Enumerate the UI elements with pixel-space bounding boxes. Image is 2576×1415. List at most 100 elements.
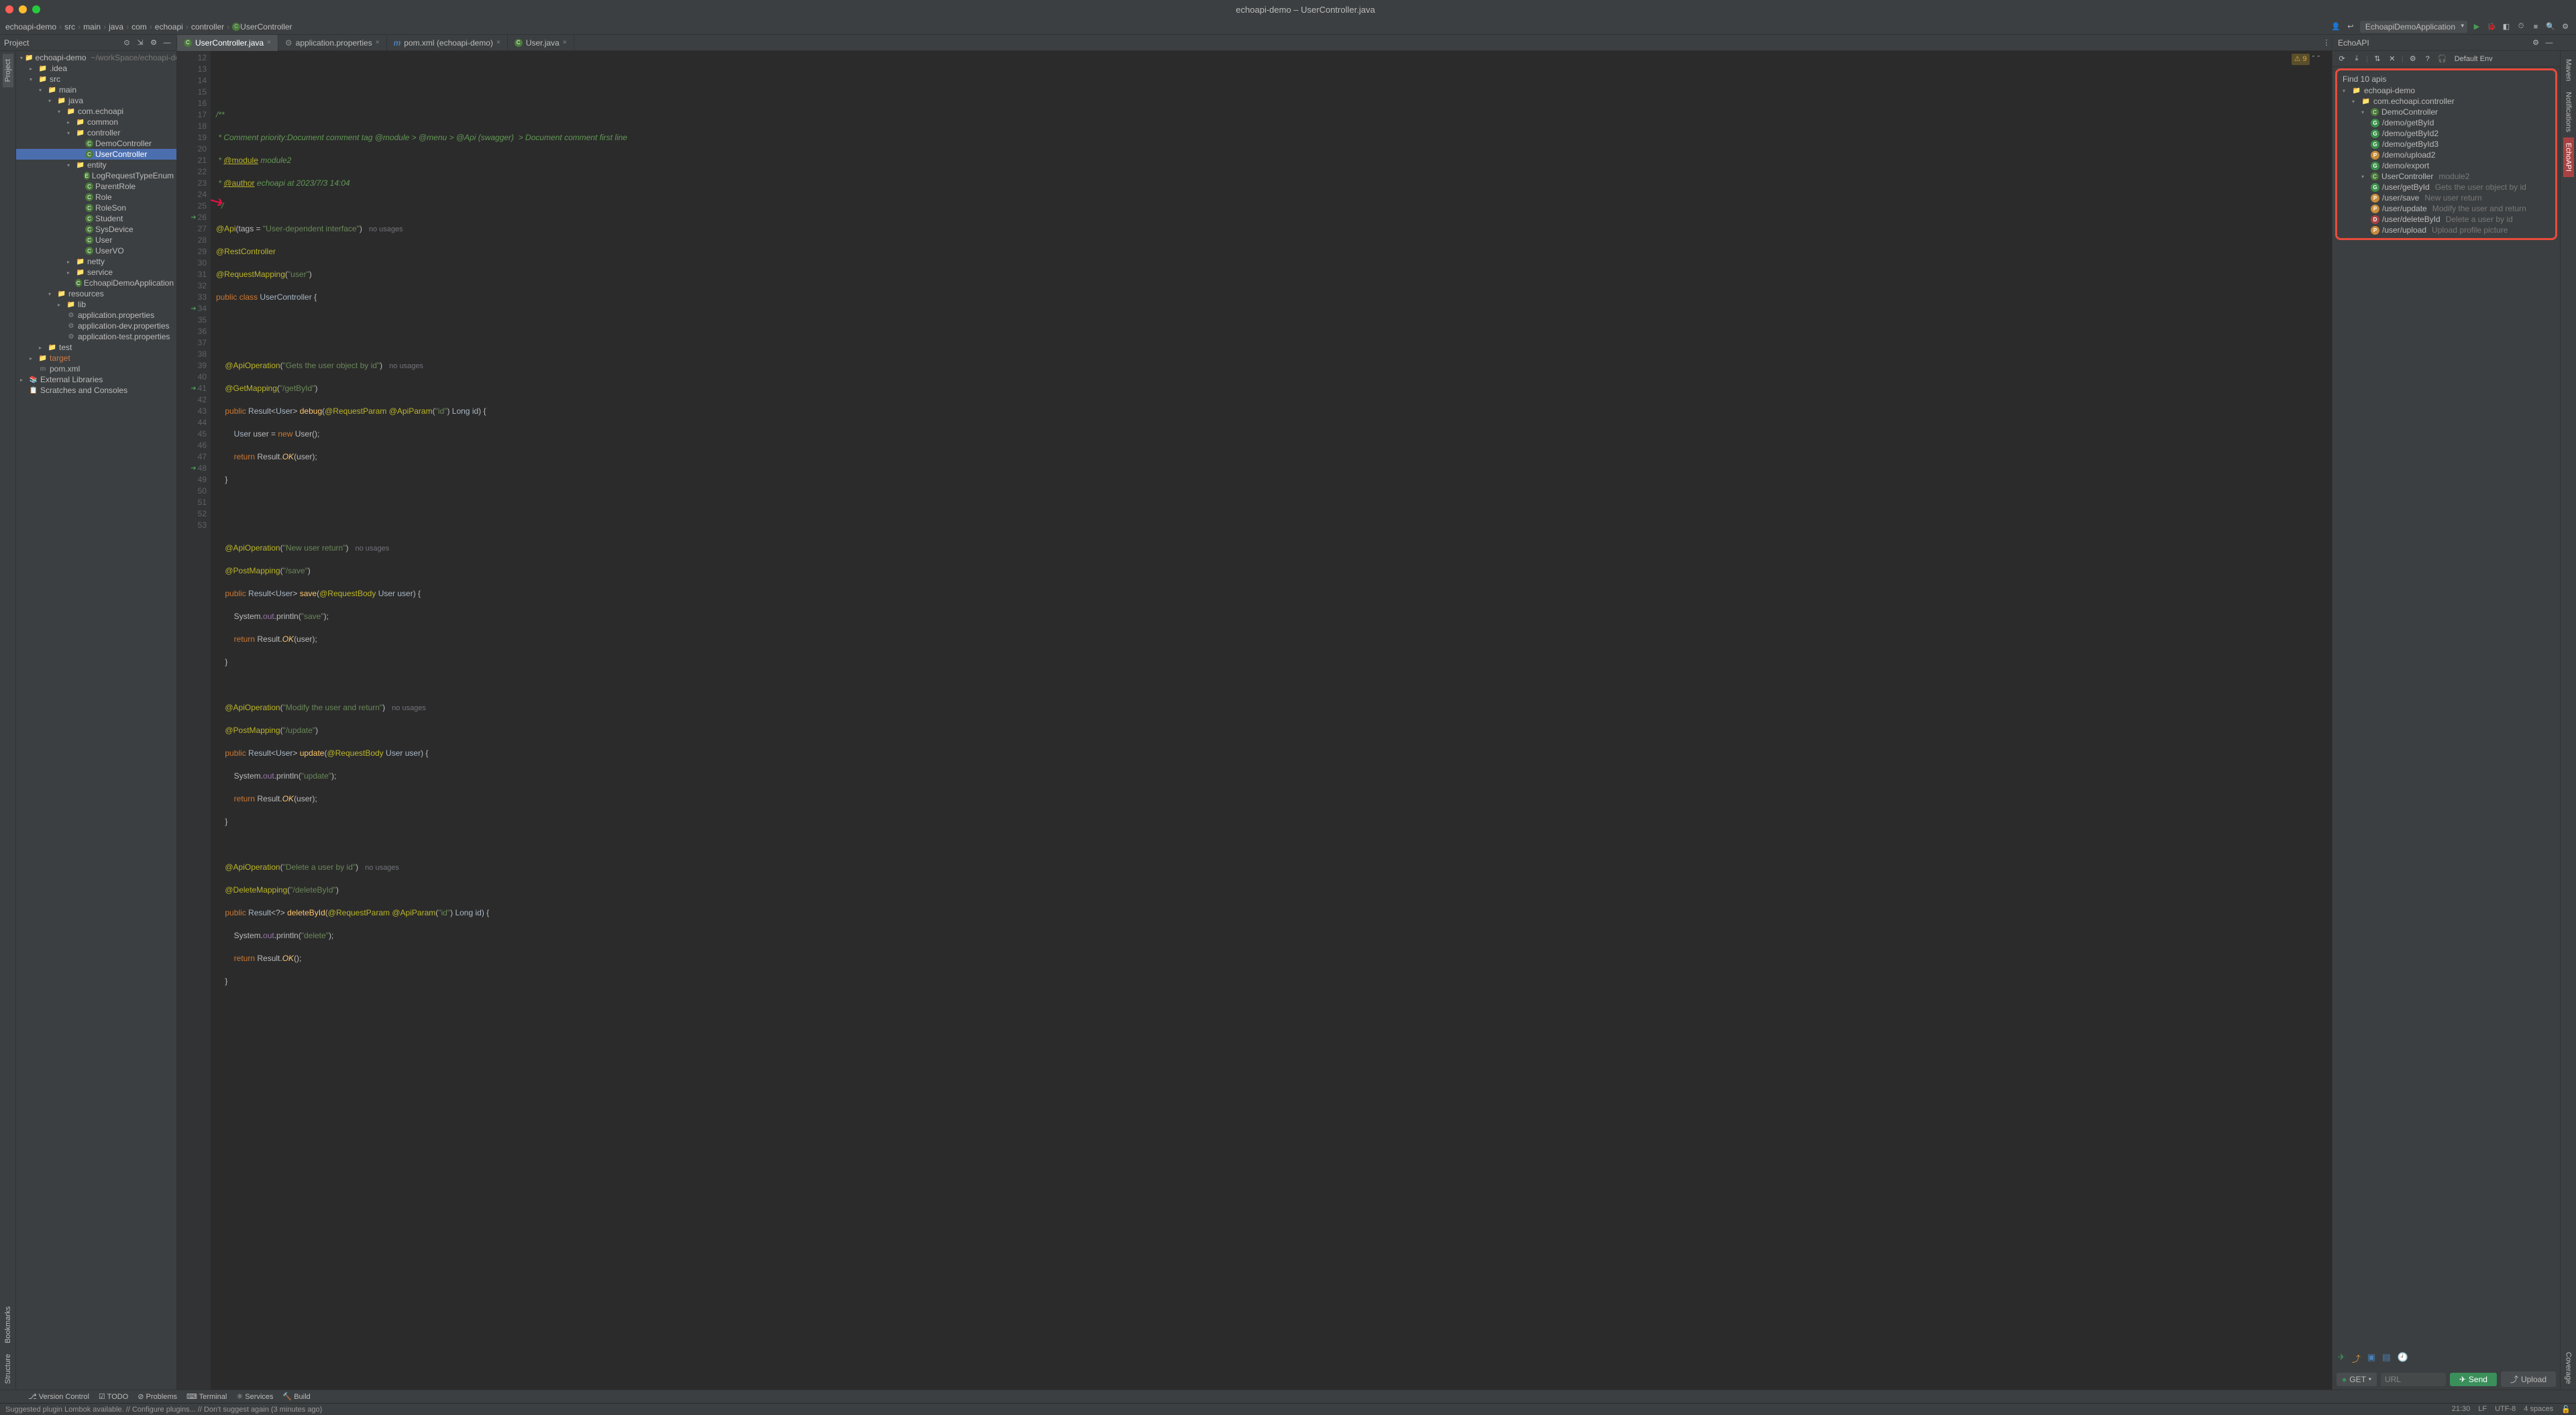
echo-tree-item[interactable]: ▾CUserControllermodule2	[2337, 171, 2555, 182]
build-tab[interactable]: 🔨 Build	[282, 1392, 310, 1401]
env-label[interactable]: Default Env	[2455, 55, 2493, 63]
indent[interactable]: 4 spaces	[2524, 1405, 2553, 1414]
gear-icon[interactable]: ⚙	[2530, 38, 2541, 48]
tree-item[interactable]: ▸📚External Libraries	[16, 374, 176, 385]
refresh-icon[interactable]: ⟳	[2337, 54, 2347, 64]
structure-tool-tab[interactable]: Structure	[3, 1349, 13, 1390]
url-input[interactable]: URL	[2381, 1373, 2446, 1386]
tree-item[interactable]: ▾📁echoapi-demo~/workSpace/echoapi-demo	[16, 52, 176, 63]
http-method-dropdown[interactable]: ●GET▾	[2337, 1373, 2377, 1386]
gear-icon[interactable]: ⚙	[148, 38, 159, 48]
coverage-icon[interactable]: ◧	[2501, 21, 2512, 32]
tree-item[interactable]: ▸📁test	[16, 342, 176, 353]
breadcrumb-item[interactable]: src	[64, 22, 75, 32]
tree-item[interactable]: ▸📁lib	[16, 299, 176, 310]
tree-item[interactable]: ⚙application-test.properties	[16, 331, 176, 342]
help-icon[interactable]: ?	[2422, 54, 2433, 64]
terminal-tab[interactable]: ⌨ Terminal	[186, 1392, 227, 1401]
tree-arrow-icon[interactable]: ▾	[30, 76, 36, 82]
run-gutter-icon[interactable]: ➔	[191, 212, 196, 223]
tree-item[interactable]: ▾📁resources	[16, 288, 176, 299]
upload-button[interactable]: ⤴ Upload	[2501, 1371, 2556, 1387]
tree-item[interactable]: ▾📁entity	[16, 160, 176, 170]
tree-item[interactable]: CDemoController	[16, 138, 176, 149]
echo-tree-item[interactable]: G/demo/getById	[2337, 117, 2555, 128]
profile-icon[interactable]: ⏱	[2516, 21, 2526, 32]
tab-close-icon[interactable]: ×	[563, 39, 567, 46]
tree-arrow-icon[interactable]: ▾	[48, 291, 55, 297]
run-gutter-icon[interactable]: ➔	[191, 303, 196, 315]
run-gutter-icon[interactable]: ➔	[191, 463, 196, 474]
todo-tab[interactable]: ☑ TODO	[99, 1392, 128, 1401]
coverage-tool-tab[interactable]: Coverage	[2563, 1347, 2574, 1390]
back-icon[interactable]: ↩	[2345, 21, 2356, 32]
gear-icon[interactable]: ⚙	[2408, 54, 2418, 64]
echo-tree-item[interactable]: ▾CDemoController	[2337, 107, 2555, 117]
run-gutter-icon[interactable]: ➔	[191, 383, 196, 394]
echo-tree-item[interactable]: P/user/updateModify the user and return	[2337, 203, 2555, 214]
tree-arrow-icon[interactable]: ▸	[58, 302, 64, 308]
tree-arrow-icon[interactable]: ▾	[67, 162, 74, 168]
tree-item[interactable]: ⚙application-dev.properties	[16, 321, 176, 331]
tree-item[interactable]: CUserController	[16, 149, 176, 160]
tree-item[interactable]: ▾📁com.echoapi	[16, 106, 176, 117]
breadcrumb-item[interactable]: controller	[191, 22, 224, 32]
tree-item[interactable]: ▸📁common	[16, 117, 176, 127]
hide-icon[interactable]: —	[2544, 38, 2555, 48]
tree-arrow-icon[interactable]: ▸	[67, 259, 74, 265]
gutter[interactable]: 1213141516171819202122232425➔26272829303…	[177, 51, 211, 1390]
bookmarks-tool-tab[interactable]: Bookmarks	[3, 1301, 13, 1349]
tree-item[interactable]: ▾📁src	[16, 74, 176, 84]
tree-item[interactable]: CRoleSon	[16, 203, 176, 213]
tree-item[interactable]: mpom.xml	[16, 363, 176, 374]
tree-item[interactable]: CStudent	[16, 213, 176, 224]
send-icon[interactable]: ✈	[2338, 1352, 2345, 1365]
editor-tab[interactable]: ⚙application.properties×	[278, 35, 387, 51]
echo-tree-item[interactable]: P/user/saveNew user return	[2337, 192, 2555, 203]
tree-item[interactable]: CUserVO	[16, 245, 176, 256]
breadcrumb-item[interactable]: main	[83, 22, 101, 32]
tree-arrow-icon[interactable]: ▸	[30, 355, 36, 361]
image-icon[interactable]: ▣	[2367, 1352, 2375, 1365]
editor-tab[interactable]: mpom.xml (echoapi-demo)×	[387, 35, 508, 51]
search-icon[interactable]: 🔍	[2545, 21, 2556, 32]
project-tree-panel[interactable]: ▾📁echoapi-demo~/workSpace/echoapi-demo ▸📁…	[16, 51, 177, 1390]
tree-item[interactable]: CRole	[16, 192, 176, 203]
status-message[interactable]: Suggested plugin Lombok available. // Co…	[5, 1406, 322, 1414]
echo-tree-item[interactable]: P/demo/upload2	[2337, 150, 2555, 160]
breadcrumb-item[interactable]: java	[109, 22, 123, 32]
history-icon[interactable]: 🕘	[2398, 1352, 2408, 1365]
run-config-dropdown[interactable]: EchoapiDemoApplication	[2360, 21, 2467, 33]
filter-icon[interactable]: ⇅	[2372, 54, 2383, 64]
services-tab[interactable]: ⚛ Services	[236, 1392, 273, 1401]
tab-list-icon[interactable]: ⋮	[2321, 38, 2332, 48]
tree-item[interactable]: CUser	[16, 235, 176, 245]
tree-item[interactable]: CParentRole	[16, 181, 176, 192]
tree-item[interactable]: ▸📁service	[16, 267, 176, 278]
code-editor[interactable]: 1213141516171819202122232425➔26272829303…	[177, 51, 2332, 1390]
echo-tree-item[interactable]: ▾📁com.echoapi.controller	[2337, 96, 2555, 107]
version-control-tab[interactable]: ⎇ Version Control	[28, 1392, 89, 1401]
line-sep[interactable]: LF	[2478, 1405, 2487, 1414]
editor-tab[interactable]: CUser.java×	[508, 35, 574, 51]
code-area[interactable]: ↘ ⚠ 9ˆˇ /** * Comment priority:Document …	[211, 51, 2332, 1390]
echoapi-tool-tab[interactable]: EchoAPI	[2563, 137, 2574, 177]
stop-icon[interactable]: ■	[2530, 21, 2541, 32]
echo-tree-item[interactable]: D/user/deleteByIdDelete a user by id	[2337, 214, 2555, 225]
problems-tab[interactable]: ⊘ Problems	[138, 1392, 177, 1401]
import-icon[interactable]: ⤓	[2351, 54, 2362, 64]
tree-item[interactable]: ▸📁target	[16, 353, 176, 363]
expand-all-icon[interactable]: ⇲	[135, 38, 146, 48]
echo-tree-item[interactable]: G/user/getByIdGets the user object by id	[2337, 182, 2555, 192]
doc-icon[interactable]: ▤	[2382, 1352, 2390, 1365]
user-icon[interactable]: 👤	[2330, 21, 2341, 32]
breadcrumb-item[interactable]: com	[131, 22, 147, 32]
encoding[interactable]: UTF-8	[2495, 1405, 2516, 1414]
debug-icon[interactable]: 🐞	[2486, 21, 2497, 32]
tree-arrow-icon[interactable]: ▾	[48, 98, 55, 104]
run-icon[interactable]: ▶	[2471, 21, 2482, 32]
tree-arrow-icon[interactable]: ▾	[67, 130, 74, 136]
minimize-window-icon[interactable]	[19, 5, 27, 13]
breadcrumb-item[interactable]: UserController	[240, 22, 292, 32]
select-opened-file-icon[interactable]: ⊙	[121, 38, 132, 48]
